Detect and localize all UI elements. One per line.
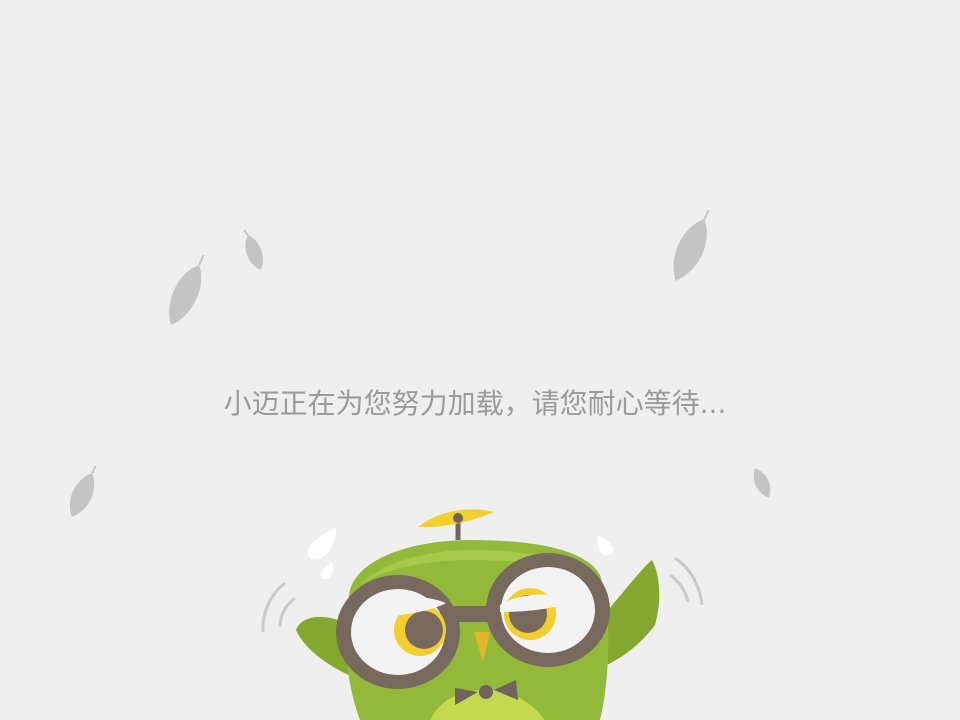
falling-leaf-icon (69, 465, 97, 517)
falling-leaf-icon (753, 468, 771, 498)
scene-graphics (69, 209, 771, 720)
falling-leaf-icon (243, 229, 263, 270)
falling-leaf-icon (673, 209, 710, 281)
falling-leaf-icon (169, 254, 205, 325)
loading-message: 小迈正在为您努力加载，请您耐心等待... (223, 387, 727, 420)
loading-screen: 小迈正在为您努力加载，请您耐心等待... (0, 0, 960, 720)
owl-mascot (261, 509, 704, 720)
